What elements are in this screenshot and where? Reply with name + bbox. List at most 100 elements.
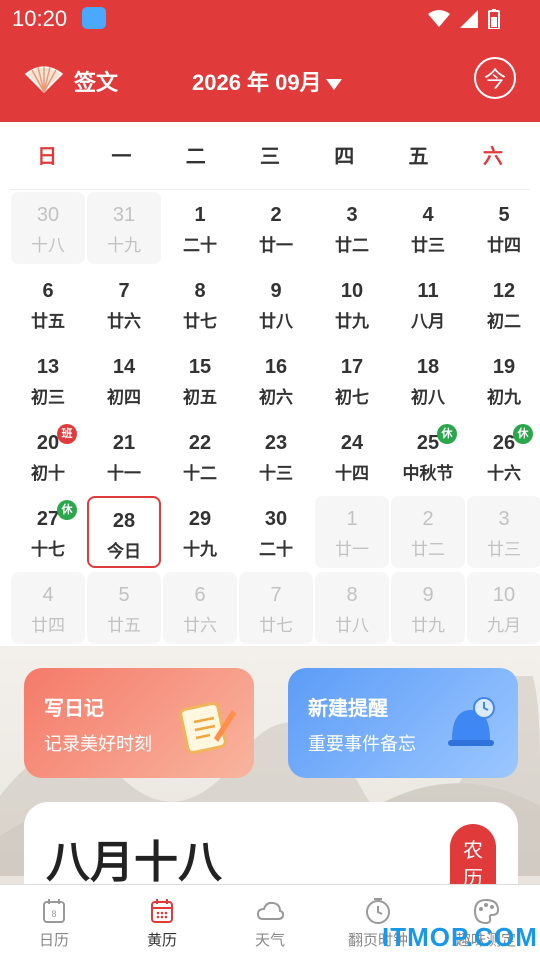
lunar-label: 廿六: [107, 312, 141, 332]
lunar-label: 初五: [183, 388, 217, 408]
calendar-day-cell[interactable]: 15 初五: [163, 344, 237, 416]
lunar-label: 十七: [31, 540, 65, 560]
tab-almanac[interactable]: 黄历: [108, 885, 216, 960]
lunar-label: 廿九: [335, 312, 369, 332]
calendar-day-cell[interactable]: 16 初六: [239, 344, 313, 416]
calendar-day-cell[interactable]: 3 廿二: [315, 192, 389, 264]
calendar-day-cell[interactable]: 5 廿五: [87, 572, 161, 644]
calendar-day-cell[interactable]: 1 二十: [163, 192, 237, 264]
lunar-label: 初三: [31, 388, 65, 408]
diary-card-title: 写日记: [44, 696, 104, 720]
calendar-day-cell[interactable]: 26 十六休: [467, 420, 540, 492]
day-number: 7: [118, 280, 130, 302]
holiday-rest-badge: 休: [57, 500, 77, 520]
bottom-panel: 写日记 记录美好时刻 新建提醒 重要事件备忘 八月十八 农历: [0, 646, 540, 884]
lunar-label: 十二: [183, 464, 217, 484]
calendar-day-cell[interactable]: 8 廿八: [315, 572, 389, 644]
brand-title[interactable]: 签文: [74, 65, 118, 97]
calendar-day-cell[interactable]: 10 九月: [467, 572, 540, 644]
day-number: 11: [417, 280, 439, 302]
calendar-day-cell[interactable]: 31 十九: [87, 192, 161, 264]
lunar-label: 廿一: [335, 540, 369, 560]
lunar-label: 初二: [487, 312, 521, 332]
calendar-day-cell[interactable]: 30 十八: [11, 192, 85, 264]
calendar-icon: 8: [43, 899, 65, 923]
calendar-day-cell[interactable]: 7 廿七: [239, 572, 313, 644]
today-button-label: 今: [483, 68, 506, 93]
calendar-day-cell[interactable]: 2 廿一: [239, 192, 313, 264]
calendar-day-cell[interactable]: 14 初四: [87, 344, 161, 416]
reminder-card-title: 新建提醒: [308, 696, 388, 720]
day-number: 30: [264, 508, 288, 530]
palette-icon: [473, 898, 500, 925]
calendar-day-cell[interactable]: 9 廿八: [239, 268, 313, 340]
calendar-day-cell[interactable]: 24 十四: [315, 420, 389, 492]
calendar-day-cell[interactable]: 25 中秋节休: [391, 420, 465, 492]
calendar-day-cell[interactable]: 27 十七休: [11, 496, 85, 568]
tab-calendar[interactable]: 8 日历: [0, 885, 108, 960]
clock-icon: [366, 898, 390, 924]
calendar-day-cell[interactable]: 12 初二: [467, 268, 540, 340]
tab-label: 天气: [254, 931, 285, 949]
calendar-day-cell[interactable]: 19 初九: [467, 344, 540, 416]
calendar-day-cell[interactable]: 1 廿一: [315, 496, 389, 568]
lunar-label: 初八: [411, 388, 445, 408]
lunar-label: 初七: [335, 388, 369, 408]
calendar-day-cell[interactable]: 21 十一: [87, 420, 161, 492]
calendar-day-cell[interactable]: 10 廿九: [315, 268, 389, 340]
day-number: 7: [270, 584, 282, 606]
calendar-day-cell[interactable]: 11 八月: [391, 268, 465, 340]
weekday-2: 二: [185, 144, 206, 168]
day-number: 31: [112, 204, 136, 226]
lunar-label: 今日: [107, 542, 141, 562]
lunar-label: 廿七: [183, 312, 217, 332]
lunar-label: 廿五: [107, 616, 141, 636]
calendar-day-cell[interactable]: 22 十二: [163, 420, 237, 492]
calendar-day-cell[interactable]: 7 廿六: [87, 268, 161, 340]
day-number: 30: [36, 204, 60, 226]
calendar-day-cell[interactable]: 18 初八: [391, 344, 465, 416]
calendar-day-cell[interactable]: 13 初三: [11, 344, 85, 416]
calendar-day-cell[interactable]: 3 廿三: [467, 496, 540, 568]
lunar-label: 廿七: [259, 616, 293, 636]
day-number: 4: [42, 584, 54, 606]
calendar-day-cell[interactable]: 8 廿七: [163, 268, 237, 340]
calendar-day-cell[interactable]: 30 二十: [239, 496, 313, 568]
calendar-day-cell[interactable]: 5 廿四: [467, 192, 540, 264]
day-number: 23: [264, 432, 288, 454]
dropdown-arrow-icon: [325, 78, 342, 90]
tab-weather[interactable]: 天气: [216, 885, 324, 960]
calendar-day-cell[interactable]: 23 十三: [239, 420, 313, 492]
day-number: 6: [42, 280, 54, 302]
weekday-5: 五: [408, 144, 429, 168]
calendar-day-cell[interactable]: 2 廿二: [391, 496, 465, 568]
day-number: 14: [112, 356, 136, 378]
signal-icon: [460, 10, 478, 28]
day-number: 24: [340, 432, 364, 454]
day-number: 3: [498, 508, 510, 530]
calendar-day-cell[interactable]: 9 廿九: [391, 572, 465, 644]
calendar-day-cell[interactable]: 20 初十班: [11, 420, 85, 492]
month-label: 2026 年 09月: [192, 70, 322, 95]
day-number: 3: [346, 204, 358, 226]
day-number: 1: [346, 508, 358, 530]
new-reminder-card[interactable]: 新建提醒 重要事件备忘: [288, 668, 518, 778]
day-number: 12: [492, 280, 516, 302]
calendar-day-cell[interactable]: 29 十九: [163, 496, 237, 568]
almanac-icon: [151, 899, 173, 923]
today-button[interactable]: 今: [474, 57, 516, 99]
day-number: 15: [188, 356, 212, 378]
calendar-day-cell[interactable]: 17 初七: [315, 344, 389, 416]
battery-icon: [488, 9, 500, 29]
calendar-day-cell[interactable]: 6 廿五: [11, 268, 85, 340]
lunar-label: 十四: [335, 464, 369, 484]
day-number: 8: [346, 584, 358, 606]
calendar-day-cell[interactable]: 28 今日: [87, 496, 161, 568]
day-number: 10: [492, 584, 516, 606]
calendar-day-cell[interactable]: 4 廿三: [391, 192, 465, 264]
write-diary-card[interactable]: 写日记 记录美好时刻: [24, 668, 254, 778]
calendar-day-cell[interactable]: 6 廿六: [163, 572, 237, 644]
month-selector[interactable]: 2026 年 09月: [192, 65, 342, 97]
reminder-card-subtitle: 重要事件备忘: [308, 734, 416, 755]
calendar-day-cell[interactable]: 4 廿四: [11, 572, 85, 644]
